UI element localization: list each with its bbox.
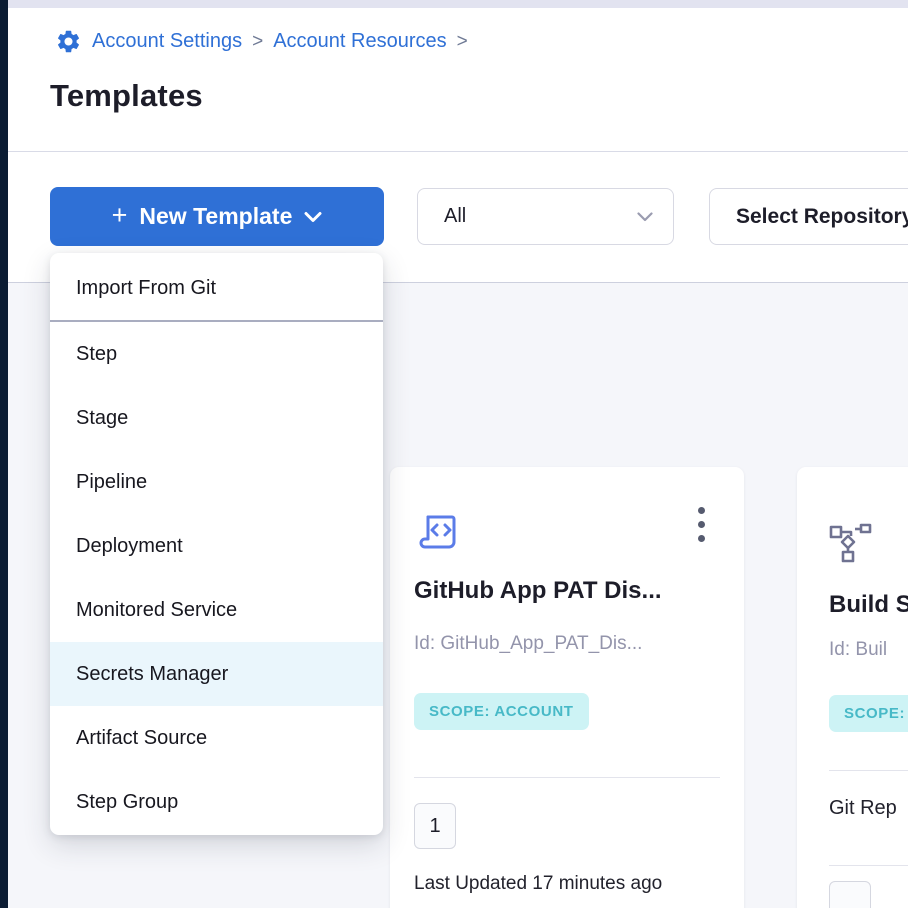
page-title: Templates [50, 78, 203, 114]
menu-item-step[interactable]: Step [50, 322, 383, 386]
last-updated-text: Last Updated 17 minutes ago [414, 873, 662, 895]
template-card-github-app-pat[interactable]: GitHub App PAT Dis... Id: GitHub_App_PAT… [390, 467, 744, 908]
card-divider [414, 777, 720, 778]
breadcrumb-separator: > [252, 31, 263, 53]
breadcrumb-separator: > [457, 31, 468, 53]
chevron-down-icon [637, 212, 653, 222]
plus-icon: + [112, 202, 128, 229]
kebab-menu-icon[interactable] [686, 507, 716, 553]
template-type-filter-value: All [444, 205, 466, 228]
template-card-build-stage[interactable]: Build S Id: Buil SCOPE: ACCOUNT Git Rep [797, 467, 908, 908]
menu-item-secrets-manager[interactable]: Secrets Manager [50, 642, 383, 706]
git-repo-text: Git Rep [829, 797, 897, 820]
scope-badge: SCOPE: ACCOUNT [829, 695, 908, 732]
templates-page: Account Settings > Account Resources > T… [0, 0, 908, 908]
version-chip[interactable]: 1 [414, 803, 456, 849]
new-template-button-label: New Template [139, 203, 292, 230]
stage-template-icon [829, 523, 873, 563]
scope-badge: SCOPE: ACCOUNT [414, 693, 589, 730]
menu-item-step-group[interactable]: Step Group [50, 770, 383, 834]
menu-item-artifact-source[interactable]: Artifact Source [50, 706, 383, 770]
version-chip[interactable] [829, 881, 871, 908]
chevron-down-icon [304, 211, 322, 223]
new-template-menu: Import From Git Step Stage Pipeline Depl… [50, 253, 383, 835]
breadcrumb-account-settings[interactable]: Account Settings [92, 30, 242, 53]
settings-gear-icon [55, 28, 82, 55]
template-card-title: GitHub App PAT Dis... [414, 577, 662, 605]
card-divider [829, 865, 908, 866]
menu-item-pipeline[interactable]: Pipeline [50, 450, 383, 514]
menu-item-monitored-service[interactable]: Monitored Service [50, 578, 383, 642]
breadcrumb-account-resources[interactable]: Account Resources [273, 30, 446, 53]
menu-item-import-from-git[interactable]: Import From Git [50, 256, 383, 320]
repository-filter-value: Select Repository [736, 205, 908, 229]
new-template-button[interactable]: + New Template [50, 187, 384, 246]
template-card-id: Id: GitHub_App_PAT_Dis... [414, 633, 642, 655]
top-accent-bar [8, 0, 908, 8]
step-template-icon [416, 509, 464, 557]
card-divider [829, 770, 908, 771]
collapsed-sidebar-edge [0, 0, 8, 908]
template-card-title: Build S [829, 591, 908, 619]
menu-item-stage[interactable]: Stage [50, 386, 383, 450]
repository-filter[interactable]: Select Repository [709, 188, 908, 245]
template-type-filter[interactable]: All [417, 188, 674, 245]
page-header: Account Settings > Account Resources > T… [8, 8, 908, 152]
template-card-id: Id: Buil [829, 639, 887, 661]
menu-item-deployment[interactable]: Deployment [50, 514, 383, 578]
breadcrumb: Account Settings > Account Resources > [55, 28, 468, 55]
